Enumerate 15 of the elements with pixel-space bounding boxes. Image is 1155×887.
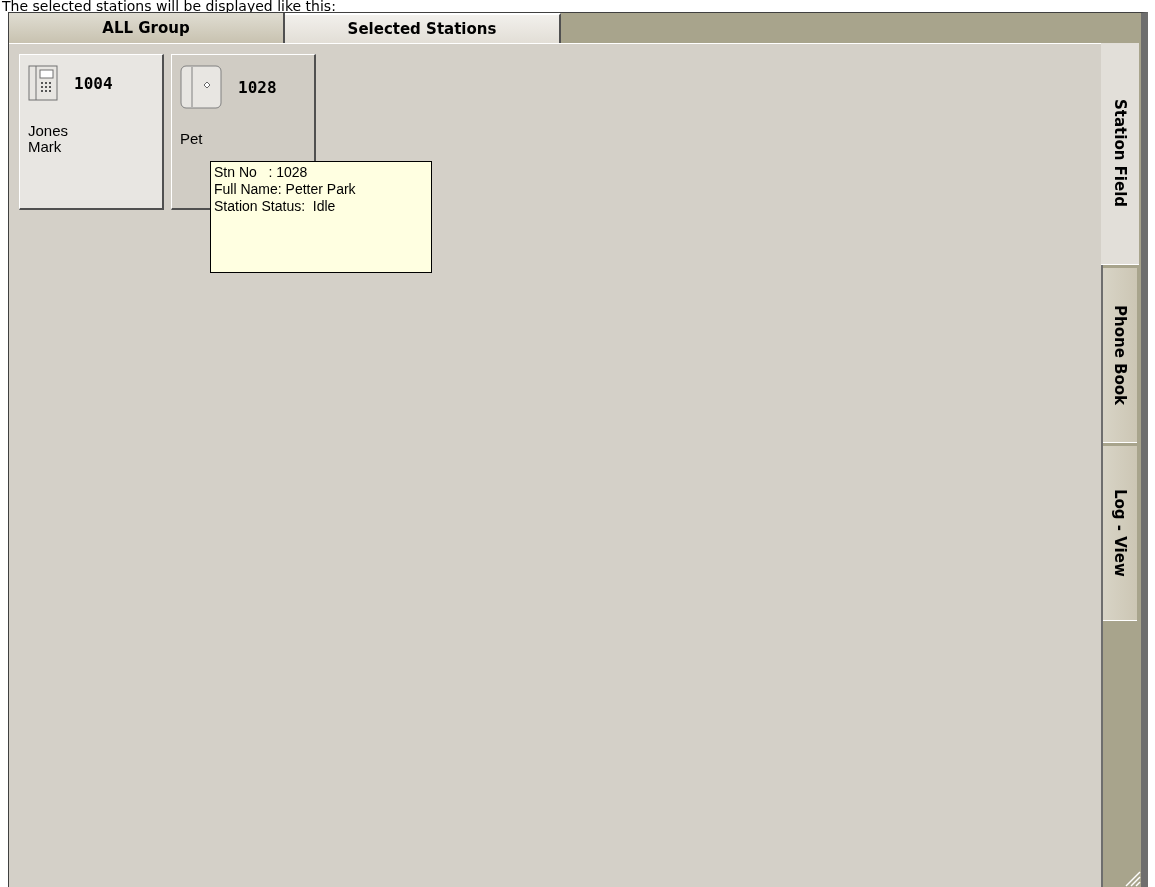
phone-icon: [180, 65, 222, 109]
station-number: 1028: [238, 77, 277, 97]
tooltip: Stn No : 1028 Full Name: Petter Park Station Status: Idle: [210, 161, 432, 273]
caption-text: The selected stations will be displayed like this:: [1, 0, 337, 12]
station-number: 1004: [74, 73, 113, 93]
tab[interactable]: ALL Group: [9, 13, 285, 43]
desk-phone-icon: [28, 65, 58, 101]
tab[interactable]: Selected Stations: [285, 13, 561, 43]
side-tab[interactable]: Station Field: [1101, 43, 1139, 265]
resize-grip-icon[interactable]: [1123, 869, 1141, 887]
station-name: Jones Mark: [28, 123, 70, 155]
station-name: Pet: [180, 131, 204, 147]
station-tile[interactable]: 1004 Jones Mark: [19, 54, 164, 210]
side-tab[interactable]: Log - View: [1103, 446, 1137, 621]
side-tab[interactable]: Phone Book: [1103, 268, 1137, 443]
